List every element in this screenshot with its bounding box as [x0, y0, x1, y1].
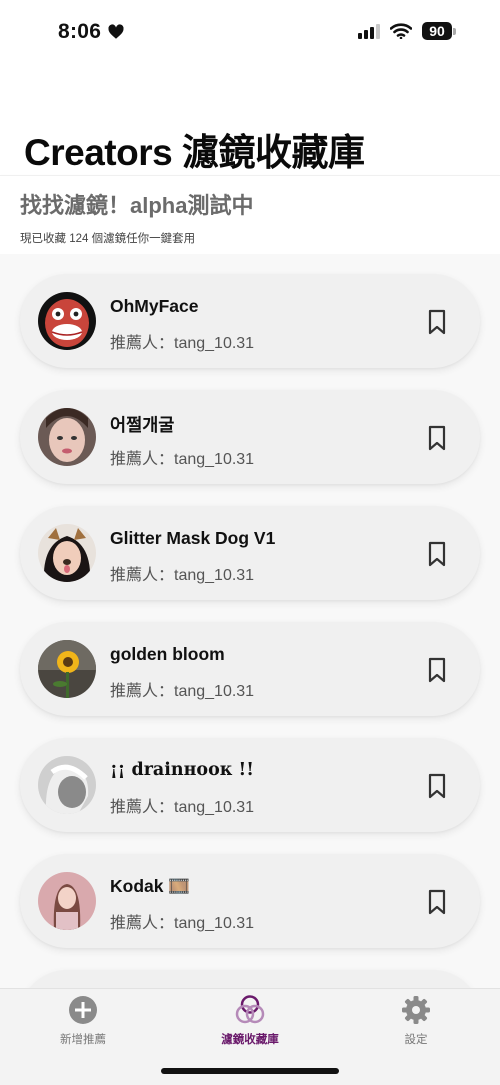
avatar	[38, 872, 96, 930]
heart-icon	[108, 24, 124, 39]
filter-name: 어쩔개굴	[110, 415, 175, 435]
tab-add-recommendation[interactable]: 新增推薦	[23, 995, 143, 1047]
status-indicators: 90	[358, 22, 456, 40]
filter-name: Kodak 🎞️	[110, 876, 191, 896]
filter-list[interactable]: OhMyFace 推薦人：tang_10.31 어쩔개굴 推薦人：tang_10…	[0, 254, 500, 988]
filter-recommender: 推薦人：tang_10.31	[110, 799, 255, 816]
bookmark-icon[interactable]	[428, 773, 446, 799]
filter-recommender: 推薦人：tang_10.31	[110, 683, 255, 700]
avatar	[38, 524, 96, 582]
list-item[interactable]: ¡¡ drainʜᴏᴏᴋ !! 推薦人：tang_10.31	[20, 738, 480, 832]
filter-name: Glitter Mask Dog V1	[110, 528, 276, 548]
tab-filter-library[interactable]: 濾鏡收藏庫	[190, 995, 310, 1047]
home-indicator[interactable]	[161, 1068, 339, 1074]
page-title: Creators 濾鏡收藏庫	[24, 132, 365, 173]
bookmark-icon[interactable]	[428, 541, 446, 567]
avatar	[38, 640, 96, 698]
avatar	[38, 408, 96, 466]
subheader: 找找濾鏡！alpha測試中 現已收藏 124 個濾鏡任你一鍵套用	[0, 175, 500, 254]
bookmark-icon[interactable]	[428, 425, 446, 451]
filter-name: OhMyFace	[110, 296, 199, 316]
tab-label: 濾鏡收藏庫	[221, 1034, 279, 1046]
filter-recommender: 推薦人：tang_10.31	[110, 567, 255, 584]
time-label: 8:06	[58, 20, 102, 43]
gear-icon	[402, 996, 430, 1024]
list-item[interactable]: 어쩔개굴 推薦人：tang_10.31	[20, 390, 480, 484]
tab-label: 新增推薦	[60, 1034, 106, 1046]
interlocking-circles-icon	[235, 995, 265, 1024]
filter-name: golden bloom	[110, 644, 225, 664]
list-item[interactable]: Kodak 🎞️ 推薦人：tang_10.31	[20, 854, 480, 948]
status-time: 8:06	[58, 20, 125, 44]
list-item[interactable]: Glitter Mask Dog V1 推薦人：tang_10.31	[20, 506, 480, 600]
cellular-signal-icon	[358, 23, 380, 39]
battery-icon: 90	[422, 22, 456, 40]
bookmark-icon[interactable]	[428, 889, 446, 915]
filter-recommender: 推薦人：tang_10.31	[110, 915, 255, 932]
filter-recommender: 推薦人：tang_10.31	[110, 451, 255, 468]
filter-name: ¡¡ drainʜᴏᴏᴋ !!	[110, 760, 254, 780]
subheader-caption: 現已收藏 124 個濾鏡任你一鍵套用	[20, 233, 196, 245]
bookmark-icon[interactable]	[428, 309, 446, 335]
tab-label: 設定	[404, 1034, 428, 1046]
status-bar: 8:06 90	[0, 0, 500, 70]
subheader-title: 找找濾鏡！alpha測試中	[20, 193, 254, 218]
avatar	[38, 756, 96, 814]
list-item-partial[interactable]	[20, 970, 480, 988]
avatar	[38, 292, 96, 350]
list-item[interactable]: OhMyFace 推薦人：tang_10.31	[20, 274, 480, 368]
wifi-icon	[390, 23, 412, 39]
tab-settings[interactable]: 設定	[356, 995, 476, 1047]
filter-recommender: 推薦人：tang_10.31	[110, 335, 255, 352]
list-item[interactable]: golden bloom 推薦人：tang_10.31	[20, 622, 480, 716]
bookmark-icon[interactable]	[428, 657, 446, 683]
plus-circle-icon	[69, 996, 97, 1024]
battery-level: 90	[422, 22, 452, 40]
